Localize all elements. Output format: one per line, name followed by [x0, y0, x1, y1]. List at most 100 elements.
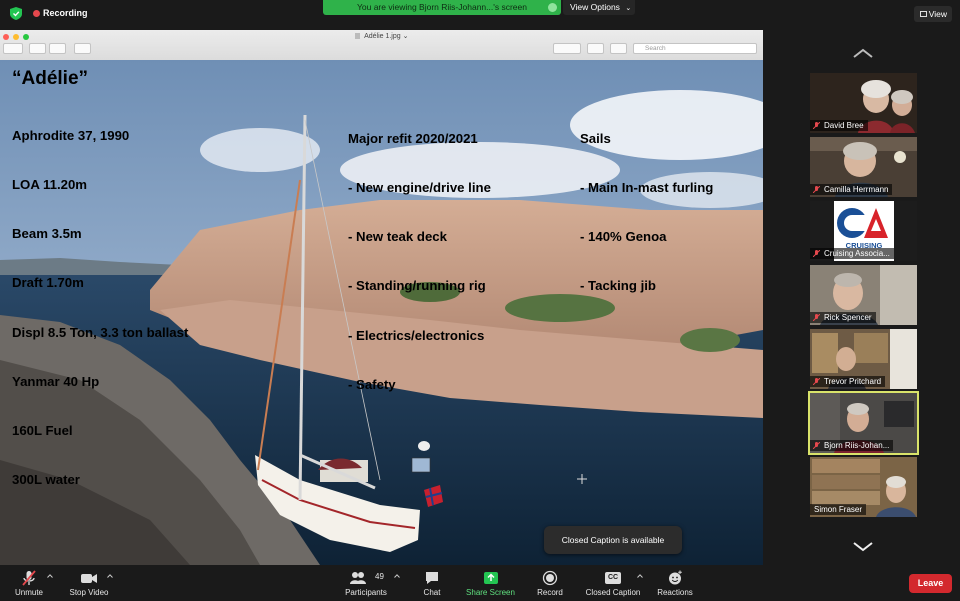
- chevron-up-icon[interactable]: [852, 47, 874, 59]
- participant-tile-active-speaker[interactable]: Bjorn Riis-Johan...: [808, 391, 919, 455]
- reactions-smiley-icon: [669, 570, 682, 585]
- participant-name: David Bree: [824, 121, 864, 130]
- unmute-label: Unmute: [14, 588, 43, 597]
- file-name: Adélie 1.jpg: [364, 33, 401, 40]
- meeting-toolbar: Unmute Stop Video 49 Participants Chat S…: [0, 565, 960, 601]
- participant-name-tag: Rick Spencer: [810, 312, 876, 323]
- participant-tile[interactable]: Camilla Herrmann: [810, 137, 917, 197]
- participant-name-tag: David Bree: [810, 120, 868, 131]
- banner-text: You are viewing Bjorn Riis-Johann...'s s…: [357, 2, 527, 12]
- spec-line: Draft 1.70m: [12, 275, 84, 291]
- refit-item: - Standing/running rig: [348, 278, 486, 294]
- reactions-label: Reactions: [657, 588, 693, 597]
- participant-name-tag: Bjorn Riis-Johan...: [810, 440, 894, 451]
- recording-label: Recording: [43, 8, 88, 18]
- share-icon[interactable]: [74, 43, 91, 54]
- leave-label: Leave: [917, 578, 944, 588]
- refit-list: Major refit 2020/2021 - New engine/drive…: [348, 98, 491, 426]
- view-label: View: [928, 9, 947, 19]
- participant-tile[interactable]: Simon Fraser: [810, 457, 917, 517]
- closed-caption-icon: CC: [605, 572, 621, 584]
- chevron-down-icon[interactable]: [852, 541, 874, 553]
- microphone-muted-icon: [22, 570, 36, 586]
- participant-name-tag: Trevor Pritchard: [810, 376, 886, 387]
- video-options-caret-icon[interactable]: [107, 574, 113, 578]
- view-options-label: View Options: [570, 2, 620, 12]
- sails-list: Sails - Main In-mast furling - 140% Geno…: [580, 98, 713, 328]
- reactions-button[interactable]: Reactions: [655, 570, 695, 597]
- participant-name: Simon Fraser: [814, 505, 863, 514]
- view-button[interactable]: View: [914, 6, 952, 22]
- mic-muted-icon: [813, 122, 820, 129]
- markup-toolbar-button[interactable]: [610, 43, 627, 54]
- participants-button[interactable]: 49 Participants: [340, 570, 392, 597]
- top-bar: Recording You are viewing Bjorn Riis-Joh…: [0, 0, 960, 28]
- record-icon: [542, 570, 558, 586]
- spec-line: 300L water: [12, 472, 80, 488]
- participant-name: Rick Spencer: [824, 313, 872, 322]
- participants-options-caret-icon[interactable]: [394, 574, 400, 578]
- participants-label: Participants: [345, 588, 387, 597]
- stop-video-label: Stop Video: [69, 588, 109, 597]
- security-shield-icon[interactable]: [10, 7, 22, 20]
- record-label: Record: [537, 588, 563, 597]
- zoom-out-button[interactable]: [29, 43, 46, 54]
- share-screen-label: Share Screen: [466, 588, 515, 597]
- participants-count: 49: [375, 572, 384, 581]
- spec-line: LOA 11.20m: [12, 177, 88, 193]
- caption-options-caret-icon[interactable]: [637, 574, 643, 578]
- shared-screen: Adélie 1.jpg ⌄ Search “Adélie” Aphrodite…: [0, 30, 763, 565]
- participant-name: Camilla Herrmann: [824, 185, 889, 194]
- window-title: Adélie 1.jpg ⌄: [0, 32, 763, 40]
- chat-label: Chat: [423, 588, 441, 597]
- viewing-screen-banner: You are viewing Bjorn Riis-Johann...'s s…: [323, 0, 561, 15]
- spec-line: 160L Fuel: [12, 423, 73, 439]
- image-file-icon: [354, 33, 360, 39]
- share-screen-icon: [483, 572, 498, 584]
- participant-tile[interactable]: CRUISING Cruising Associa...: [810, 201, 917, 261]
- slide-image: “Adélie” Aphrodite 37, 1990 LOA 11.20m B…: [0, 60, 763, 565]
- search-input[interactable]: Search: [633, 43, 757, 54]
- participant-name: Cruising Associa...: [824, 249, 890, 258]
- participant-tile[interactable]: Trevor Pritchard: [810, 329, 917, 389]
- chat-button[interactable]: Chat: [418, 570, 446, 597]
- unmute-button[interactable]: Unmute: [10, 570, 48, 597]
- mic-muted-icon: [813, 442, 820, 449]
- closed-caption-toast: Closed Caption is available: [544, 526, 682, 554]
- refit-heading: Major refit 2020/2021: [348, 130, 478, 146]
- participant-tile[interactable]: Rick Spencer: [810, 265, 917, 325]
- sails-heading: Sails: [580, 130, 611, 146]
- mic-muted-icon: [813, 314, 820, 321]
- sidebar-toggle-button[interactable]: [3, 43, 23, 54]
- slide-title: “Adélie”: [12, 68, 89, 89]
- chat-bubble-icon: [426, 572, 438, 584]
- chevron-down-icon: ⌄: [402, 33, 409, 40]
- zoom-in-button[interactable]: [49, 43, 66, 54]
- participant-name-tag: Simon Fraser: [810, 504, 867, 515]
- participant-name-tag: Cruising Associa...: [810, 248, 894, 259]
- mic-muted-icon: [813, 186, 820, 193]
- specs-list: Aphrodite 37, 1990 LOA 11.20m Beam 3.5m …: [12, 95, 188, 522]
- participant-name: Bjorn Riis-Johan...: [824, 441, 890, 450]
- leave-button[interactable]: Leave: [909, 574, 952, 593]
- refit-item: - New teak deck: [348, 229, 447, 245]
- cc-icon-text: CC: [607, 574, 619, 581]
- stop-video-button[interactable]: Stop Video: [66, 570, 112, 597]
- participant-tile[interactable]: David Bree: [810, 73, 917, 133]
- refit-item: - Electrics/electronics: [348, 327, 485, 343]
- grid-icon: [920, 11, 927, 17]
- markup-pen-button[interactable]: [553, 43, 581, 54]
- view-options-button[interactable]: View Options ⌄: [563, 0, 635, 15]
- banner-status-icon: [548, 3, 557, 12]
- sails-item: - 140% Genoa: [580, 229, 667, 245]
- record-button[interactable]: Record: [533, 570, 567, 597]
- spec-line: Aphrodite 37, 1990: [12, 127, 130, 143]
- closed-caption-label: Closed Caption: [585, 588, 641, 597]
- chevron-down-icon: ⌄: [625, 5, 632, 12]
- search-placeholder: Search: [645, 45, 666, 52]
- closed-caption-button[interactable]: CC Closed Caption: [583, 570, 643, 597]
- rotate-button[interactable]: [587, 43, 604, 54]
- share-screen-button[interactable]: Share Screen: [463, 570, 518, 597]
- audio-options-caret-icon[interactable]: [47, 574, 53, 578]
- spec-line: Displ 8.5 Ton, 3.3 ton ballast: [12, 324, 189, 340]
